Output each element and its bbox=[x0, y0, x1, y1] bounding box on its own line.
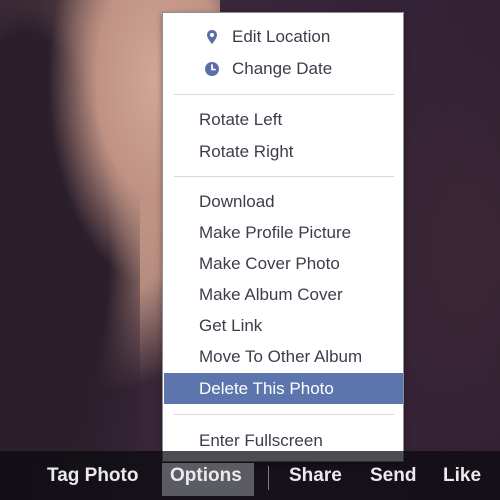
menu-item-label: Make Cover Photo bbox=[199, 254, 340, 273]
menu-separator bbox=[174, 414, 394, 415]
menu-item-get-link[interactable]: Get Link bbox=[164, 310, 403, 341]
menu-item-move-to-other-album[interactable]: Move To Other Album bbox=[164, 341, 403, 372]
menu-item-label: Rotate Right bbox=[199, 142, 294, 161]
menu-item-label: Edit Location bbox=[232, 27, 331, 46]
menu-item-label: Get Link bbox=[199, 316, 263, 335]
share-button[interactable]: Share bbox=[289, 451, 342, 500]
menu-item-label: Delete This Photo bbox=[199, 379, 334, 398]
menu-item-rotate-left[interactable]: Rotate Left bbox=[164, 104, 403, 135]
menu-item-change-date[interactable]: Change Date bbox=[164, 53, 403, 84]
menu-item-download[interactable]: Download bbox=[164, 186, 403, 217]
menu-item-label: Enter Fullscreen bbox=[199, 431, 323, 450]
menu-item-label: Download bbox=[199, 192, 275, 211]
options-context-menu: Edit Location Change Date Rotate Left Ro… bbox=[162, 12, 404, 462]
menu-item-label: Move To Other Album bbox=[199, 347, 363, 366]
send-button[interactable]: Send bbox=[370, 451, 416, 500]
menu-item-label: Rotate Left bbox=[199, 110, 283, 129]
tag-photo-button[interactable]: Tag Photo bbox=[47, 451, 138, 500]
menu-item-edit-location[interactable]: Edit Location bbox=[164, 21, 403, 52]
menu-item-label: Make Album Cover bbox=[199, 285, 343, 304]
menu-item-label: Change Date bbox=[232, 59, 333, 78]
menu-item-make-album-cover[interactable]: Make Album Cover bbox=[164, 279, 403, 310]
menu-item-delete-this-photo[interactable]: Delete This Photo bbox=[164, 373, 403, 404]
menu-separator bbox=[174, 176, 394, 177]
like-button[interactable]: Like bbox=[443, 451, 481, 500]
menu-item-label: Make Profile Picture bbox=[199, 223, 352, 242]
action-bar-divider bbox=[268, 466, 269, 490]
menu-separator bbox=[174, 94, 394, 95]
menu-item-make-cover-photo[interactable]: Make Cover Photo bbox=[164, 248, 403, 279]
options-button[interactable]: Options bbox=[170, 451, 242, 500]
menu-item-make-profile-picture[interactable]: Make Profile Picture bbox=[164, 217, 403, 248]
clock-icon bbox=[205, 62, 219, 76]
menu-item-rotate-right[interactable]: Rotate Right bbox=[164, 136, 403, 167]
location-pin-icon bbox=[207, 30, 217, 44]
